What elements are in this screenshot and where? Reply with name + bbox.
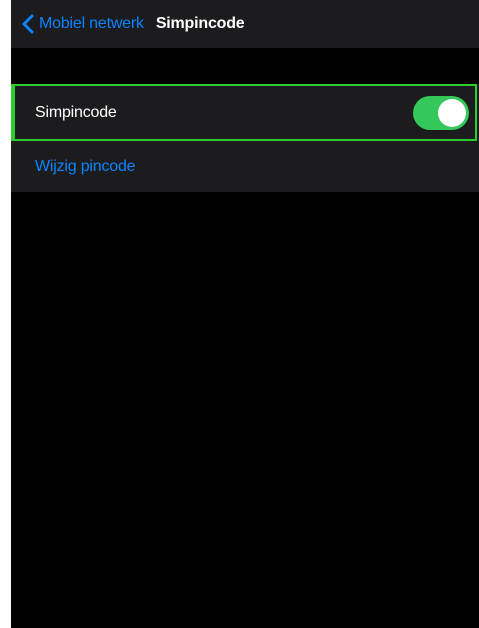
- settings-group: Simpincode Wijzig pincode: [11, 84, 479, 192]
- navigation-bar: Mobiel netwerk Simpincode: [11, 0, 479, 48]
- change-pin-row[interactable]: Wijzig pincode: [11, 141, 479, 192]
- simpincode-label: Simpincode: [35, 103, 117, 121]
- settings-screen: Mobiel netwerk Simpincode Simpincode Wij…: [11, 0, 479, 628]
- change-pin-link[interactable]: Wijzig pincode: [35, 158, 136, 176]
- back-button[interactable]: Mobiel netwerk: [21, 14, 144, 34]
- back-button-label[interactable]: Mobiel netwerk: [39, 15, 144, 33]
- chevron-left-icon[interactable]: [21, 14, 35, 34]
- page-title: Simpincode: [155, 15, 245, 32]
- simpincode-row[interactable]: Simpincode: [11, 84, 477, 141]
- simpincode-toggle[interactable]: [413, 96, 469, 130]
- toggle-knob: [438, 99, 466, 127]
